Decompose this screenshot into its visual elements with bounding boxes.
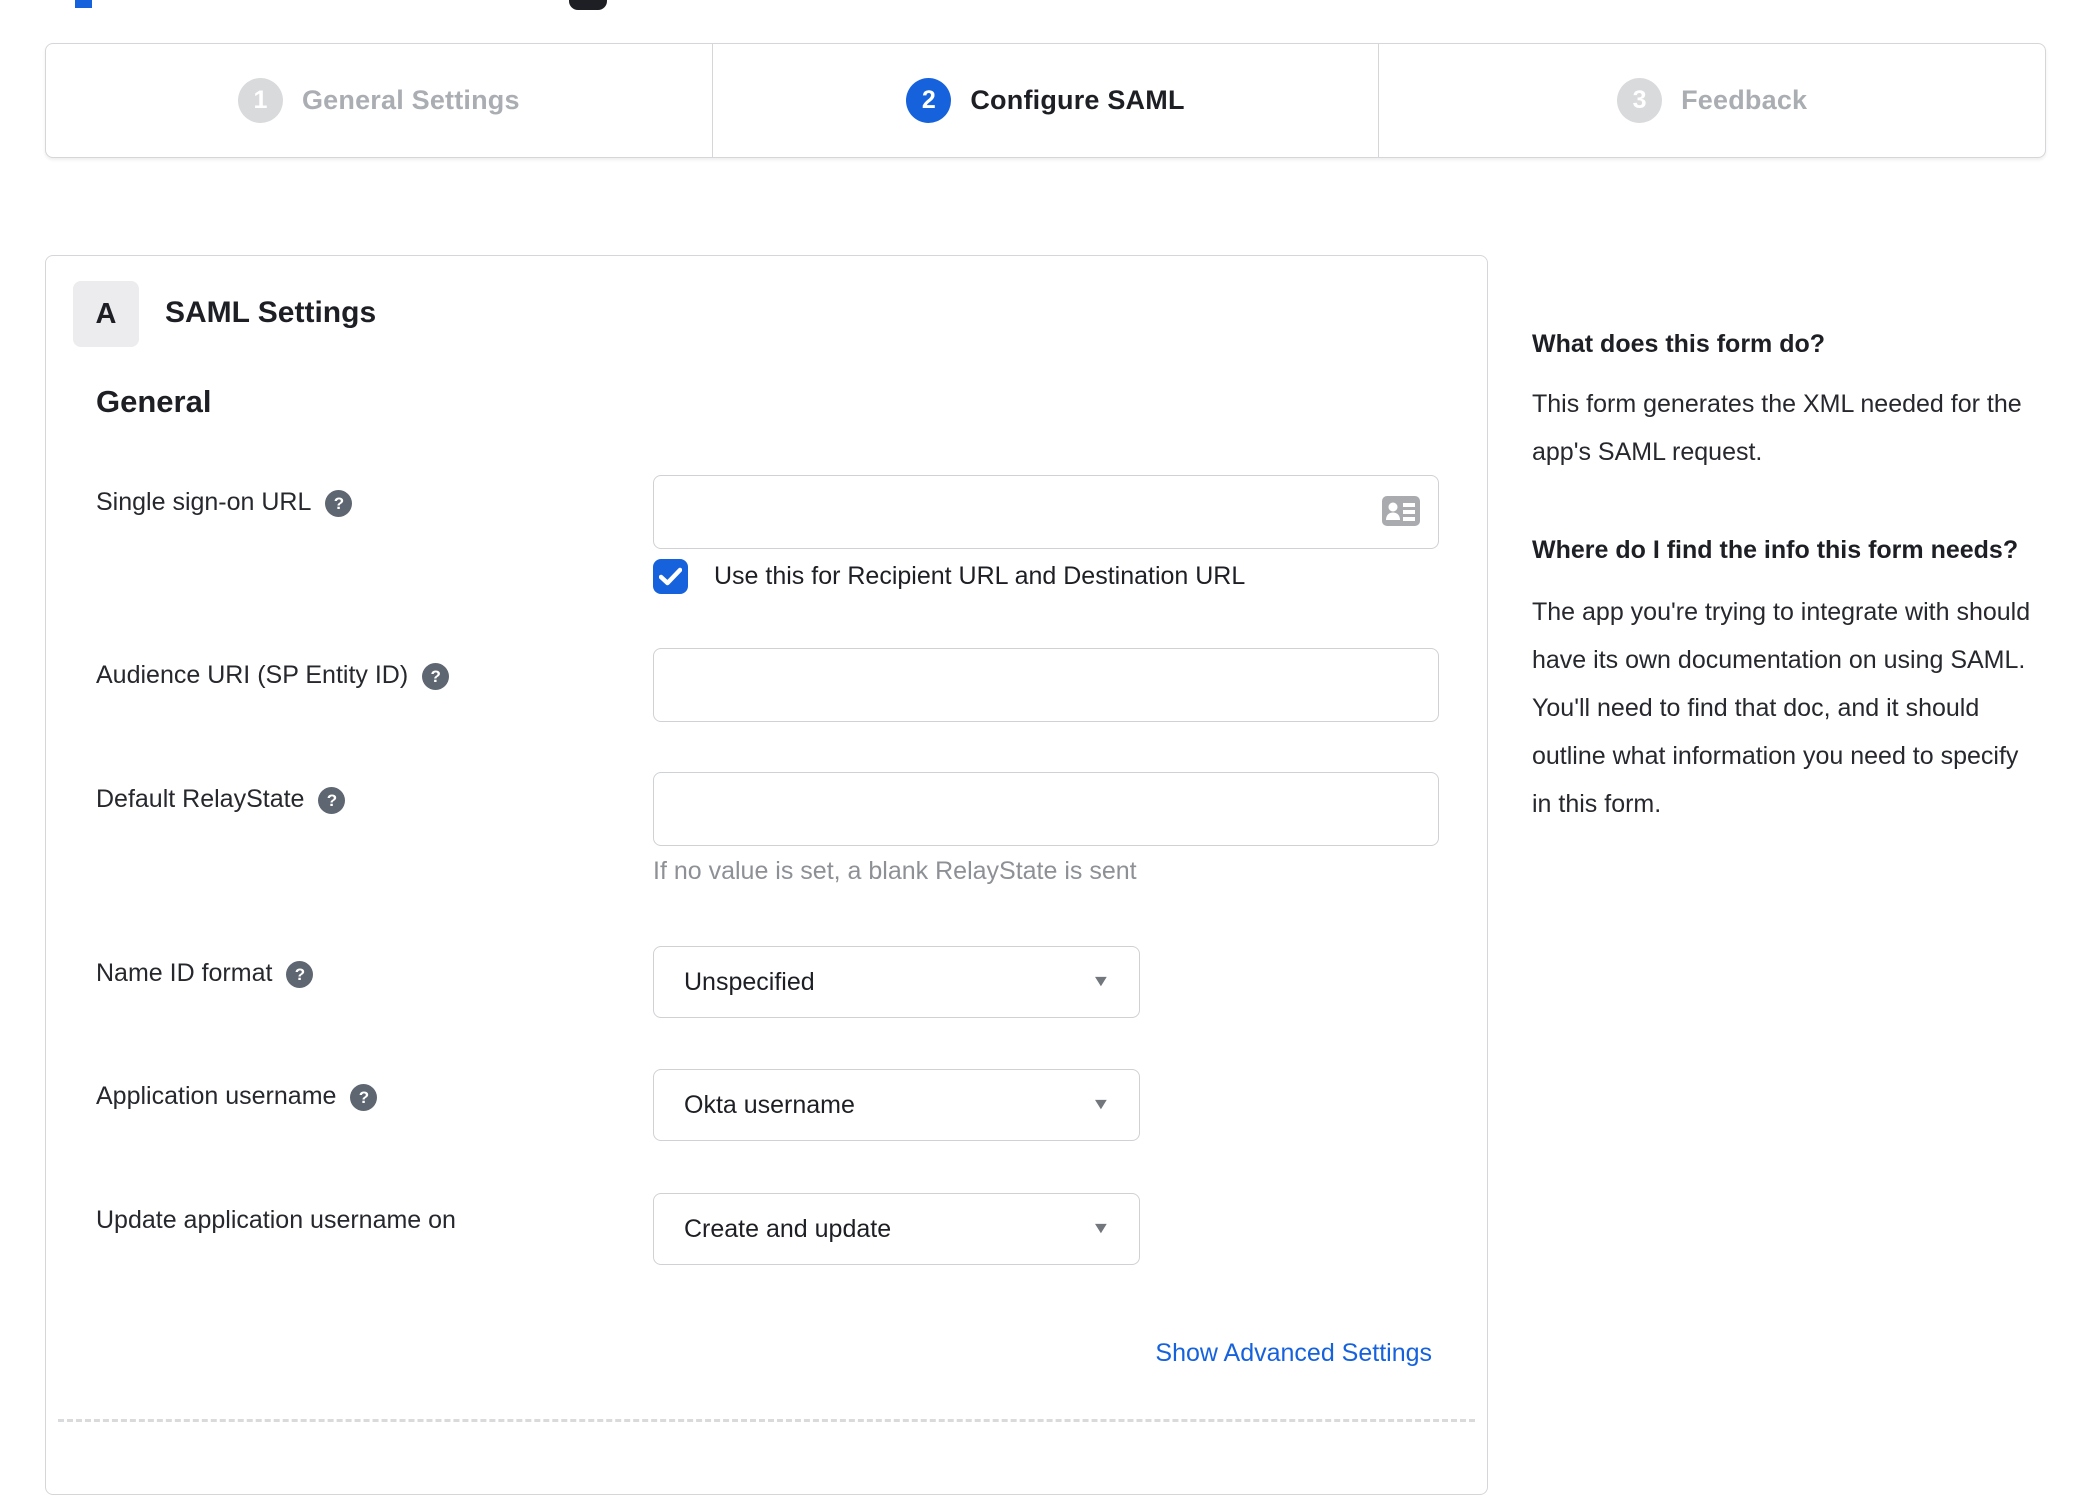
recipient-url-checkbox[interactable] bbox=[653, 559, 688, 594]
cutoff-header-logo bbox=[569, 0, 607, 10]
application-username-value: Okta username bbox=[684, 1090, 855, 1119]
audience-uri-input[interactable] bbox=[653, 648, 1439, 722]
sso-url-label: Single sign-on URL ? bbox=[96, 475, 353, 517]
sso-url-label-text: Single sign-on URL bbox=[96, 488, 312, 516]
step-number-badge: 2 bbox=[906, 78, 952, 123]
contact-card-icon[interactable] bbox=[1381, 494, 1421, 528]
name-id-format-label: Name ID format ? bbox=[96, 946, 314, 988]
help-sidebar: What does this form do? This form genera… bbox=[1532, 322, 2044, 878]
sso-url-input[interactable] bbox=[653, 475, 1439, 549]
help-icon[interactable]: ? bbox=[286, 961, 314, 988]
relay-state-hint: If no value is set, a blank RelayState i… bbox=[653, 857, 1137, 885]
chevron-down-icon: ▼ bbox=[1091, 1096, 1111, 1113]
cutoff-header-accent bbox=[75, 0, 92, 8]
recipient-url-checkbox-label[interactable]: Use this for Recipient URL and Destinati… bbox=[714, 562, 1245, 591]
update-username-select[interactable]: Create and update ▼ bbox=[653, 1193, 1140, 1265]
help-heading-what: What does this form do? bbox=[1532, 330, 1826, 358]
section-a-badge: A bbox=[73, 281, 139, 347]
step-label: General Settings bbox=[301, 85, 520, 115]
help-icon[interactable]: ? bbox=[422, 663, 450, 690]
step-label: Feedback bbox=[1681, 85, 1808, 115]
step-number-badge: 3 bbox=[1617, 78, 1663, 123]
application-username-select[interactable]: Okta username ▼ bbox=[653, 1069, 1140, 1141]
application-username-label-text: Application username bbox=[96, 1082, 337, 1110]
help-icon[interactable]: ? bbox=[318, 787, 346, 814]
relay-state-label-text: Default RelayState bbox=[96, 785, 305, 813]
step-number-badge: 1 bbox=[237, 78, 283, 123]
wizard-stepper: 1 General Settings 2 Configure SAML 3 Fe… bbox=[45, 43, 2046, 158]
relay-state-label: Default RelayState ? bbox=[96, 772, 346, 814]
application-username-label: Application username ? bbox=[96, 1069, 378, 1111]
help-text-where: The app you're trying to integrate with … bbox=[1532, 598, 2031, 818]
step-configure-saml[interactable]: 2 Configure SAML bbox=[711, 44, 1379, 157]
show-advanced-settings-link[interactable]: Show Advanced Settings bbox=[1155, 1339, 1432, 1368]
name-id-format-value: Unspecified bbox=[684, 967, 815, 996]
help-heading-where: Where do I find the info this form needs… bbox=[1532, 536, 2019, 564]
general-section-heading: General bbox=[96, 384, 212, 419]
recipient-url-checkbox-row: Use this for Recipient URL and Destinati… bbox=[653, 559, 1245, 594]
checkmark-icon bbox=[659, 567, 682, 586]
name-id-format-select[interactable]: Unspecified ▼ bbox=[653, 946, 1140, 1018]
chevron-down-icon: ▼ bbox=[1091, 973, 1111, 990]
advanced-section-divider bbox=[58, 1419, 1475, 1422]
help-icon[interactable]: ? bbox=[325, 490, 353, 517]
audience-uri-label-text: Audience URI (SP Entity ID) bbox=[96, 661, 409, 689]
step-general-settings[interactable]: 1 General Settings bbox=[46, 44, 712, 157]
update-username-label: Update application username on bbox=[96, 1193, 456, 1235]
audience-uri-label: Audience URI (SP Entity ID) ? bbox=[96, 648, 450, 690]
step-label: Configure SAML bbox=[970, 85, 1185, 115]
saml-settings-panel: A SAML Settings General Single sign-on U… bbox=[45, 255, 1488, 1495]
help-text-what: This form generates the XML needed for t… bbox=[1532, 390, 2022, 466]
update-username-label-text: Update application username on bbox=[96, 1206, 456, 1234]
update-username-value: Create and update bbox=[684, 1214, 892, 1243]
relay-state-input[interactable] bbox=[653, 772, 1439, 846]
name-id-format-label-text: Name ID format bbox=[96, 959, 273, 987]
panel-title: SAML Settings bbox=[165, 296, 377, 329]
help-icon[interactable]: ? bbox=[350, 1084, 378, 1111]
step-feedback[interactable]: 3 Feedback bbox=[1378, 44, 2045, 157]
chevron-down-icon: ▼ bbox=[1091, 1220, 1111, 1237]
sso-url-input-wrap bbox=[653, 475, 1439, 549]
